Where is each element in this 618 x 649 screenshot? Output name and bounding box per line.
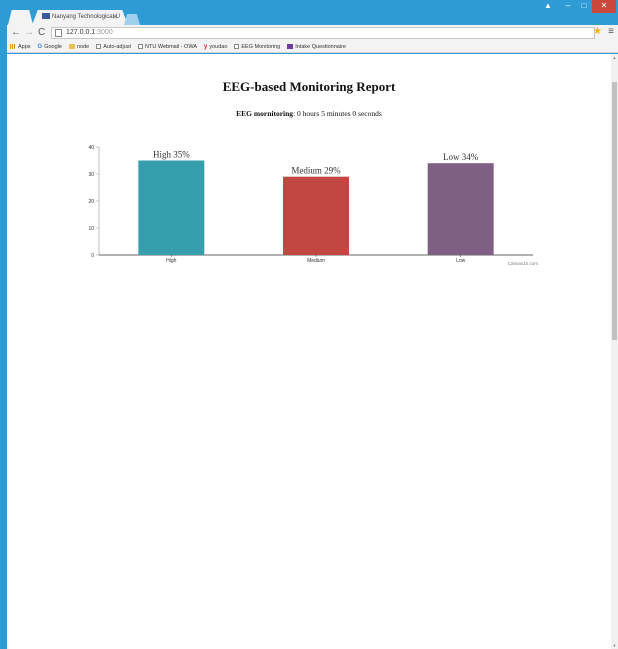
close-window-button[interactable]: ✕ — [592, 0, 616, 13]
y-tick-label: 0 — [91, 253, 94, 259]
x-tick-label: Medium — [307, 258, 325, 264]
user-icon[interactable]: ▲ — [542, 0, 554, 13]
url-host: 127.0.0.1 — [66, 29, 96, 36]
tab-title: Nanyang Technological U — [52, 14, 120, 20]
maximize-button[interactable]: □ — [576, 0, 592, 13]
page-viewport: EEG-based Monitoring Report EEG mornitor… — [7, 54, 611, 649]
minimize-button[interactable]: – — [560, 0, 576, 13]
tab-blank[interactable] — [8, 10, 33, 25]
tab-close-icon[interactable]: ✕ — [112, 10, 118, 25]
data-label: Low 34% — [443, 152, 479, 162]
google-icon: G — [37, 43, 43, 50]
tab-strip: Nanyang Technological U ✕ ▲ – □ ✕ — [0, 0, 618, 25]
bar — [283, 176, 349, 255]
browser-window: Nanyang Technological U ✕ ▲ – □ ✕ ← → C … — [0, 0, 618, 649]
forward-icon[interactable]: → — [24, 27, 34, 39]
folder-icon — [68, 44, 75, 49]
bookmark-intake-questionnaire[interactable]: Intake Questionnaire — [287, 44, 346, 50]
scrollbar[interactable]: ▲ ▼ — [611, 54, 618, 649]
chart-credit: CanvasJS.com — [508, 261, 539, 266]
bookmark-star-icon[interactable]: ★ — [593, 26, 602, 37]
monitoring-value: : 0 hours 5 minutes 0 seconds — [293, 109, 382, 118]
stress-chart: StressDataSeries 1010203040High 15%HighM… — [7, 468, 611, 643]
scroll-thumb[interactable] — [612, 82, 617, 340]
youdao-icon: y — [204, 43, 208, 50]
x-tick-label: High — [166, 258, 177, 264]
bookmark-google[interactable]: G Google — [38, 44, 62, 50]
reload-icon[interactable]: C — [38, 27, 45, 39]
bookmarks-bar: Apps G Google node Auto-adjust NTU Webmai… — [7, 41, 618, 53]
page-icon — [96, 44, 102, 49]
monitoring-duration: EEG mornitoring: 0 hours 5 minutes 0 sec… — [7, 109, 611, 118]
page-icon — [138, 44, 144, 49]
page-icon — [55, 29, 62, 37]
monitoring-label: EEG mornitoring — [236, 109, 294, 118]
bookmark-node[interactable]: node — [68, 43, 90, 50]
ntu-favicon-icon — [42, 13, 50, 20]
bookmark-ntu-webmail[interactable]: NTU Webmail - OWA — [138, 44, 197, 50]
emotion-chart: EmotionDataSeries 1020406080Positive 62%… — [7, 304, 611, 464]
y-tick-label: 40 — [88, 145, 94, 151]
apps-icon — [10, 44, 16, 49]
bookmark-apps[interactable]: Apps — [10, 44, 31, 50]
url-input[interactable]: 127.0.0.1:3000 — [51, 27, 595, 39]
bar — [427, 163, 494, 255]
bar — [138, 160, 205, 255]
scroll-up-icon[interactable]: ▲ — [612, 55, 617, 60]
bookmark-label: EEG Monitoring — [241, 43, 281, 50]
y-tick-label: 30 — [88, 172, 94, 178]
scroll-down-icon[interactable]: ▼ — [612, 643, 617, 648]
bookmark-label: Apps — [18, 43, 31, 50]
bookmark-label: Auto-adjust — [103, 43, 132, 50]
menu-icon[interactable]: ≡ — [608, 26, 614, 37]
y-tick-label: 20 — [88, 199, 94, 205]
workload-chart: WorkloadDataSeries 1010203040High 35%Hig… — [88, 145, 539, 266]
data-label: Medium 29% — [291, 166, 341, 176]
bookmark-youdao[interactable]: y youdao — [204, 44, 227, 50]
data-label: High 35% — [153, 150, 190, 160]
bookmark-label: youdao — [209, 43, 228, 50]
address-bar: ← → C 127.0.0.1:3000 ★ ≡ — [7, 25, 618, 41]
questionnaire-icon — [287, 44, 294, 49]
bookmark-label: Google — [44, 43, 62, 50]
bookmark-label: Intake Questionnaire — [295, 43, 346, 50]
url-port: :3000 — [95, 29, 113, 36]
bookmark-label: NTU Webmail - OWA — [145, 43, 197, 50]
y-tick-label: 10 — [88, 226, 94, 232]
bookmark-eeg-monitoring[interactable]: EEG Monitoring — [234, 44, 280, 50]
page-icon — [234, 44, 240, 49]
tab-active[interactable]: Nanyang Technological U ✕ — [32, 10, 128, 25]
report-title: EEG-based Monitoring Report — [222, 79, 396, 94]
new-tab-button[interactable] — [124, 14, 140, 25]
back-icon[interactable]: ← — [11, 27, 21, 39]
bookmark-auto-adjust[interactable]: Auto-adjust — [96, 44, 131, 50]
bookmark-label: node — [76, 43, 90, 50]
x-tick-label: Low — [456, 258, 466, 264]
